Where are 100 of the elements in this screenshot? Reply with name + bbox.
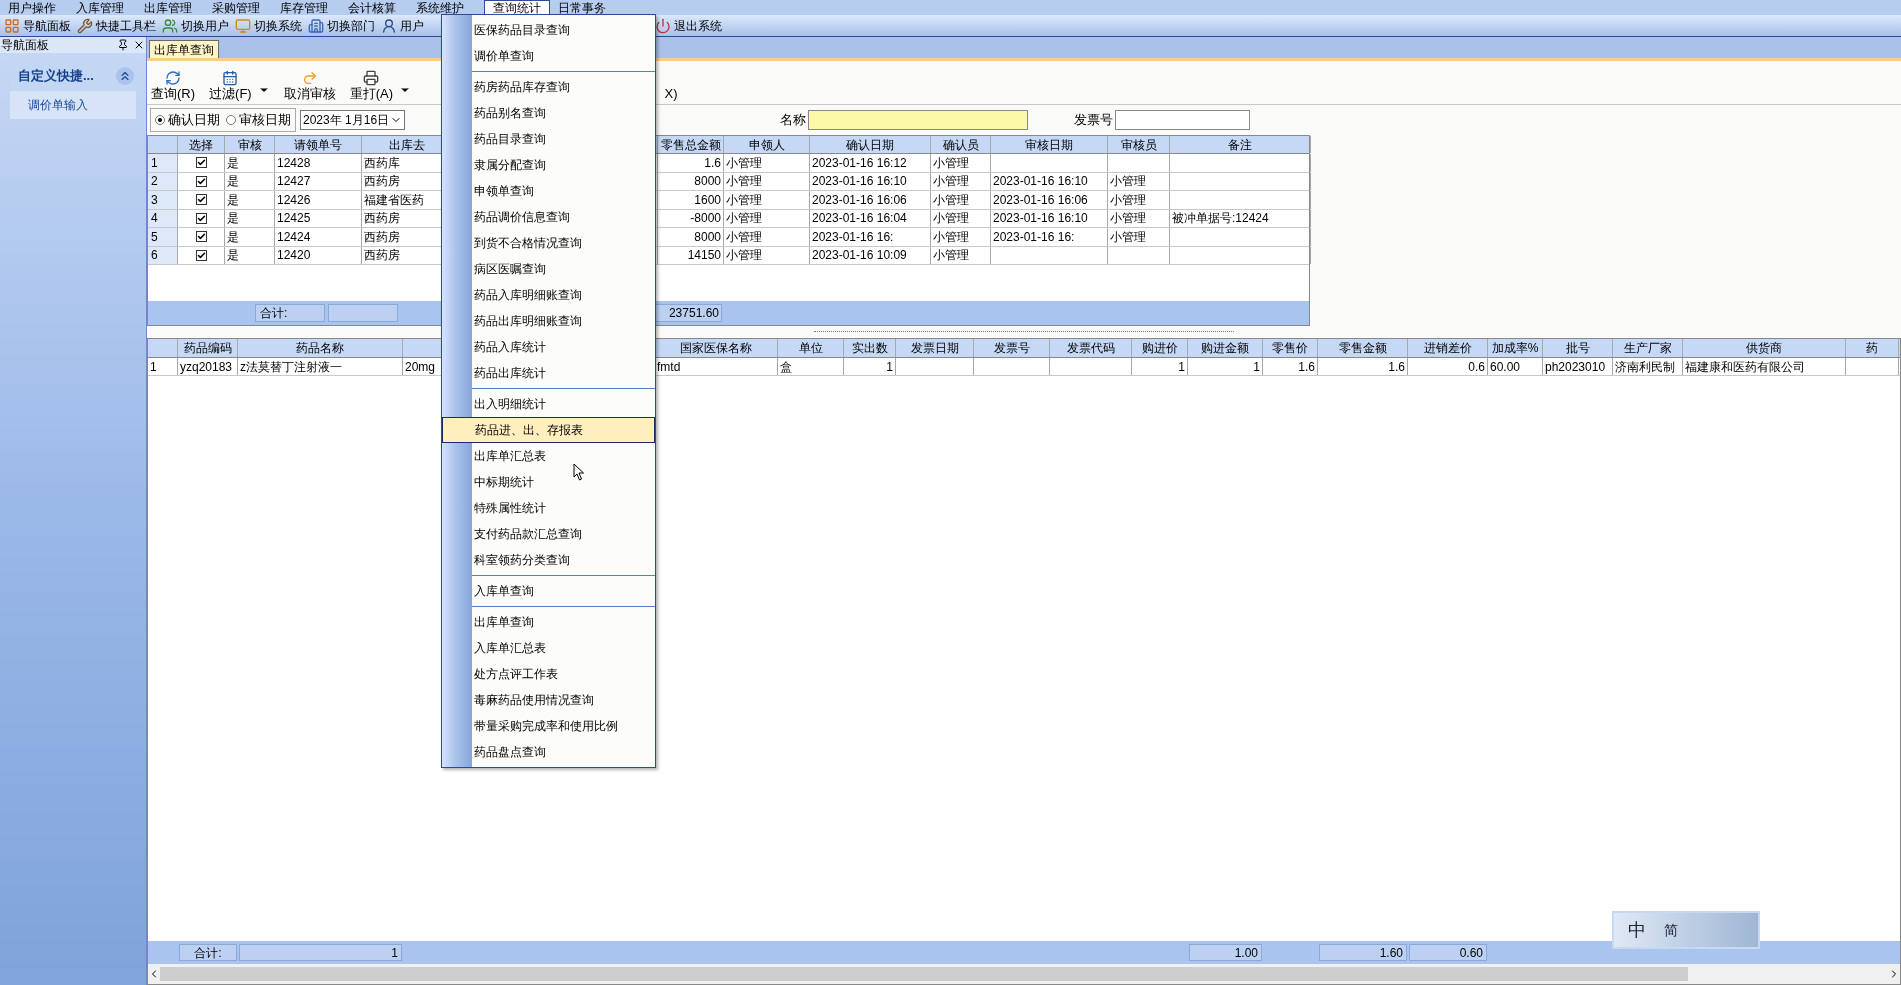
date-value: 2023年 1月16日 <box>303 112 390 129</box>
radio-button[interactable]: 审核日期 <box>226 110 291 130</box>
table-cell: 济南利民制 <box>1615 358 1675 375</box>
table-cell-text: 是 <box>227 210 239 227</box>
checkbox[interactable] <box>195 157 207 169</box>
toolbar-button[interactable]: 切换系统 <box>233 15 304 36</box>
menu-item[interactable]: 出库单查询 <box>442 609 655 635</box>
ime-script[interactable]: 简 <box>1664 919 1678 941</box>
table-cell: 西药房 <box>364 228 400 246</box>
toolbar-button[interactable]: 导航面板 <box>2 15 73 36</box>
table-cell: 小管理 <box>1110 228 1146 246</box>
menu-item[interactable]: 药品进、出、存报表 <box>442 417 655 443</box>
menu-item[interactable]: 入库管理 <box>68 0 132 15</box>
toolbar-button[interactable]: 用户 <box>379 15 426 36</box>
column-header: 购进金额 <box>1201 340 1249 357</box>
user-icon <box>381 17 397 34</box>
toolbar-button[interactable]: 切换部门 <box>306 15 377 36</box>
table-cell-text: 西药房 <box>364 210 400 227</box>
menu-item[interactable]: 药品目录查询 <box>442 126 655 152</box>
column-header: 国家医保名称 <box>680 340 752 357</box>
document-tab[interactable]: 出库单查询 <box>149 40 219 58</box>
menu-item[interactable]: 调价单查询 <box>442 43 655 69</box>
menu-item[interactable]: 药品入库统计 <box>442 334 655 360</box>
table-cell: ph2023010 <box>1545 358 1606 375</box>
table-cell-text: 2023-01-16 16:10 <box>993 173 1088 190</box>
menu-item[interactable]: 用户操作 <box>0 0 64 15</box>
panel-icon <box>4 17 20 34</box>
collapse-icon[interactable] <box>116 67 134 85</box>
calendar-icon <box>222 69 239 86</box>
menu-item[interactable]: 隶属分配查询 <box>442 152 655 178</box>
toolbar-button[interactable]: 重打(A) <box>349 69 411 102</box>
printer-icon <box>363 69 380 86</box>
menu-item[interactable]: 出库单汇总表 <box>442 443 655 469</box>
table-cell: 小管理 <box>933 154 969 172</box>
table-cell-text: 小管理 <box>1110 173 1146 190</box>
summary-value: 1.60 <box>1319 944 1407 961</box>
ime-toolbar[interactable]: 中 简 <box>1612 911 1760 949</box>
menu-item[interactable]: 带量采购完成率和使用比例 <box>442 713 655 739</box>
table-cell: 1 <box>886 358 893 375</box>
table-cell: 20mg <box>405 358 436 375</box>
menu-item[interactable]: 药品别名查询 <box>442 100 655 126</box>
toolbar-button[interactable]: X) <box>663 69 679 102</box>
menu-item[interactable]: 会计核算 <box>340 0 404 15</box>
menu-item[interactable]: 毒麻药品使用情况查询 <box>442 687 655 713</box>
table-cell: 1 <box>1253 358 1260 375</box>
menu-item[interactable]: 药品调价信息查询 <box>442 204 655 230</box>
toolbar-button[interactable]: 退出系统 <box>653 15 724 36</box>
table-cell: 12426 <box>277 191 311 209</box>
menu-item[interactable]: 申领单查询 <box>442 178 655 204</box>
checkbox[interactable] <box>195 212 207 224</box>
column-header: 零售总金额 <box>660 136 721 153</box>
table-cell: 是 <box>227 191 239 209</box>
table-cell: 2023-01-16 16:12 <box>812 154 907 172</box>
menu-item[interactable]: 病区医嘱查询 <box>442 256 655 282</box>
menu-item[interactable]: 科室领药分类查询 <box>442 547 655 573</box>
menu-item[interactable]: 支付药品款汇总查询 <box>442 521 655 547</box>
menu-item[interactable]: 采购管理 <box>204 0 268 15</box>
checkbox[interactable] <box>195 175 207 187</box>
menu-item[interactable]: 日常事务 <box>550 0 614 15</box>
column-header: 发票代码 <box>1066 340 1115 357</box>
field-label: 名称 <box>780 111 806 130</box>
menu-item[interactable]: 系统维护 <box>408 0 472 15</box>
invoice-field[interactable] <box>1115 110 1250 130</box>
menu-item[interactable]: 出库管理 <box>136 0 200 15</box>
summary-label: 合计: <box>255 304 325 322</box>
toolbar-button[interactable]: 切换用户 <box>160 15 231 36</box>
row-number: 2 <box>151 173 158 191</box>
toolbar-button[interactable]: 快捷工具栏 <box>75 15 158 36</box>
table-cell: 福建省医药 <box>364 191 424 209</box>
table-cell-text: 西药房 <box>364 173 400 190</box>
date-picker[interactable]: 2023年 1月16日 <box>300 110 405 130</box>
close-icon[interactable] <box>133 39 145 51</box>
menu-item[interactable]: 药房药品库存查询 <box>442 74 655 100</box>
menu-item[interactable]: 处方点评工作表 <box>442 661 655 687</box>
menu-item[interactable]: 医保药品目录查询 <box>442 17 655 43</box>
menu-item[interactable]: 中标期统计 <box>442 469 655 495</box>
checkbox[interactable] <box>195 194 207 206</box>
ime-mode[interactable]: 中 <box>1628 916 1646 944</box>
panel-title: 导航面板 <box>1 37 49 54</box>
table-cell: 12428 <box>277 154 311 172</box>
checkbox[interactable] <box>195 231 207 243</box>
horizontal-scrollbar[interactable] <box>148 964 1900 984</box>
menu-item[interactable]: 入库单查询 <box>442 578 655 604</box>
toolbar-button[interactable]: 查询(R) <box>151 69 196 102</box>
radio-button[interactable]: 确认日期 <box>155 110 220 130</box>
column-header: 请领单号 <box>294 136 342 153</box>
menu-item[interactable]: 入库单汇总表 <box>442 635 655 661</box>
checkbox[interactable] <box>195 249 207 261</box>
pin-icon[interactable] <box>117 39 129 51</box>
name-field[interactable] <box>808 110 1028 130</box>
table-cell: 是 <box>227 154 239 172</box>
menu-item[interactable]: 药品盘点查询 <box>442 739 655 765</box>
menu-item[interactable]: 到货不合格情况查询 <box>442 230 655 256</box>
menu-item[interactable]: 出入明细统计 <box>442 391 655 417</box>
toolbar-button[interactable]: 取消审核 <box>283 69 336 102</box>
menu-item[interactable]: 药品出库统计 <box>442 360 655 386</box>
menu-item[interactable]: 库存管理 <box>272 0 336 15</box>
column-header: 确认员 <box>942 136 979 153</box>
toolbar-button[interactable]: 过滤(F) <box>209 69 270 102</box>
menu-item[interactable]: 特殊属性统计 <box>442 495 655 521</box>
